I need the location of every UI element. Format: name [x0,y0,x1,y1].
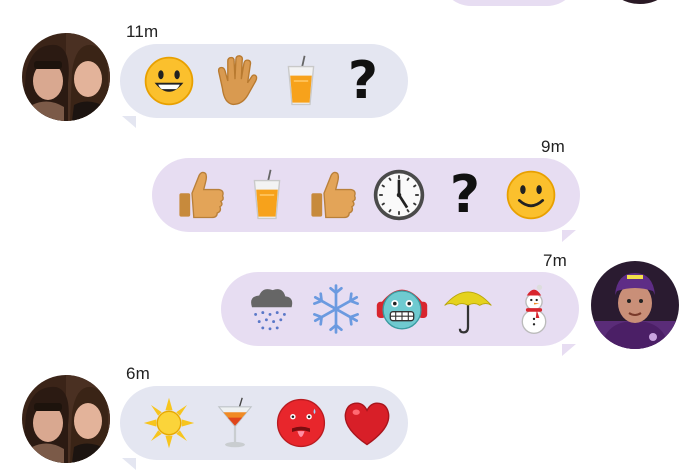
clock-icon [372,165,426,225]
raised-hand-icon [208,51,262,111]
grinning-face-icon [142,51,196,111]
previous-outgoing-bubble [440,0,578,6]
sun-icon [142,393,196,453]
bubble-tail [562,230,576,242]
incoming-message-bubble[interactable]: ? [120,44,408,118]
incoming-message-bubble[interactable] [120,386,408,460]
timestamp: 11m [126,22,159,41]
avatar-right[interactable] [591,261,679,349]
bubble-tail [122,116,136,128]
bubble-tail [562,344,576,356]
snowman-icon [507,279,561,339]
outgoing-message-bubble[interactable] [221,272,579,346]
thumbs-up-icon [306,165,360,225]
snowflake-icon [309,279,363,339]
outgoing-message-bubble[interactable]: ? [152,158,580,232]
question-mark-icon: ? [449,165,481,225]
red-heart-icon [340,393,394,453]
avatar-left[interactable] [22,33,110,121]
cold-face-icon [375,279,429,339]
avatar-right-partial[interactable] [600,0,680,4]
avatar-left[interactable] [22,375,110,463]
cocktail-icon [208,393,262,453]
juice-cup-icon [274,51,328,111]
rain-cloud-icon [243,279,297,339]
umbrella-icon [441,279,495,339]
juice-cup-icon [240,165,294,225]
question-mark-icon: ? [347,51,379,111]
thumbs-up-icon [174,165,228,225]
sick-face-icon [274,393,328,453]
timestamp: 9m [541,137,566,156]
timestamp: 6m [126,364,151,383]
timestamp: 7m [543,251,568,270]
smiling-face-icon [504,165,558,225]
bubble-tail [122,458,136,470]
